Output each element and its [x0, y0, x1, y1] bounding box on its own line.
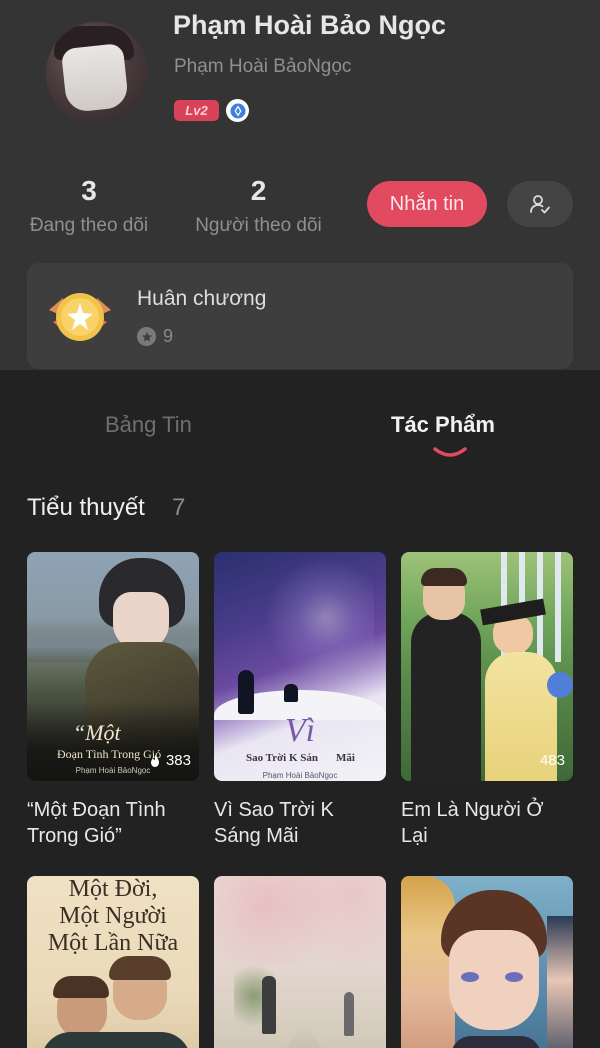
avatar-face-mask — [60, 42, 130, 114]
profile-display-name: Phạm Hoài Bảo Ngọc — [173, 10, 447, 40]
section-count: 7 — [172, 494, 186, 521]
book-title[interactable]: “Một Đoạn Tình Trong Gió” — [27, 797, 199, 849]
tab-works[interactable]: Tác Phẩm — [391, 412, 495, 438]
read-count-value: 483 — [539, 752, 565, 769]
diamond-icon — [226, 99, 249, 122]
book-cover[interactable] — [401, 876, 573, 1048]
cover-script-title: “Một — [73, 720, 121, 745]
avatar[interactable] — [46, 22, 148, 124]
book-title[interactable]: Vì Sao Trời K Sáng Mãi — [214, 797, 386, 849]
cover-character-clothes — [451, 1036, 541, 1048]
book-card[interactable]: Vì Sao Trời K Sán Mãi Phạm Hoài BảoNgọc … — [214, 552, 386, 849]
cover-blossoms — [214, 876, 386, 966]
level-badge: Lv2 — [174, 100, 219, 121]
cover-character-left — [401, 876, 455, 1048]
following-count: 3 — [81, 175, 97, 206]
section-title: Tiểu thuyết — [27, 494, 145, 521]
book-cover[interactable]: “Một Đoạn Tình Trong Gió Phạm Hoài BảoNg… — [27, 552, 199, 781]
medal-card[interactable]: Huân chương 9 — [27, 263, 573, 369]
cover-character-hair-2 — [109, 956, 171, 980]
cover-character-right — [547, 916, 573, 1048]
medal-title: Huân chương — [137, 287, 267, 310]
follow-status-button[interactable] — [507, 181, 573, 227]
cover-figure-2 — [344, 992, 354, 1036]
cover-title-line: Một Lần Nữa — [47, 930, 179, 956]
cover-galaxy — [254, 558, 374, 678]
cover-character-gown — [411, 612, 481, 781]
book-cover[interactable]: Một Đời, Một Người Một Lần Nữa — [27, 876, 199, 1048]
cover-character-hair — [53, 976, 109, 998]
cover-figure — [262, 976, 276, 1034]
cover-title-line: Một Đời, — [68, 876, 158, 902]
profile-handle: Phạm Hoài BảoNgọc — [174, 56, 352, 77]
cover-subtitle: Đoạn Tình Trong Gió — [57, 747, 162, 761]
book-cover[interactable] — [214, 876, 386, 1048]
book-cover[interactable]: Vì Sao Trời K Sán Mãi Phạm Hoài BảoNgọc — [214, 552, 386, 781]
book-card[interactable]: 483 Em Là Người Ở Lại — [401, 552, 573, 849]
book-title[interactable]: Em Là Người Ở Lại — [401, 797, 573, 849]
cover-title-lines: Một Đời, Một Người Một Lần Nữa — [27, 876, 199, 957]
following-label: Đang theo dõi — [29, 215, 149, 236]
star-icon — [137, 327, 156, 346]
cover-eye — [461, 972, 479, 982]
book-cover[interactable]: 483 — [401, 552, 573, 781]
cover-title-line: Một Người — [59, 903, 167, 929]
cover-silhouette — [238, 670, 254, 714]
tab-news-feed[interactable]: Bảng Tin — [105, 412, 192, 438]
followers-label: Người theo dõi — [195, 215, 322, 236]
cover-subtitle-end: Mãi — [336, 752, 355, 764]
cover-eye-2 — [505, 972, 523, 982]
cover-subtitle: Sao Trời K Sán — [246, 752, 319, 764]
read-count: 483 — [540, 752, 565, 769]
book-card[interactable]: “Một Đoạn Tình Trong Gió Phạm Hoài BảoNg… — [27, 552, 199, 849]
followers-count: 2 — [250, 175, 267, 206]
read-count-value: 383 — [165, 752, 191, 769]
cover-script-title: Vì — [284, 712, 316, 749]
user-check-icon — [530, 195, 550, 214]
fire-icon — [150, 754, 159, 767]
cover-author: Phạm Hoài BảoNgọc — [262, 771, 338, 780]
medal-count: 9 — [163, 326, 174, 346]
followers-stat[interactable]: 2 Người theo dõi — [192, 175, 325, 237]
cover-path — [274, 1026, 334, 1048]
cover-silhouette-2 — [284, 684, 298, 702]
active-tab-indicator — [433, 447, 467, 457]
following-stat[interactable]: 3 Đang theo dõi — [27, 175, 151, 237]
cover-characters-clothes — [41, 1032, 191, 1048]
medal-icon — [49, 293, 111, 341]
cover-character-hair — [421, 568, 467, 586]
read-count: 383 — [148, 752, 191, 769]
message-button[interactable]: Nhắn tin — [367, 181, 487, 227]
cover-flower — [547, 672, 573, 698]
